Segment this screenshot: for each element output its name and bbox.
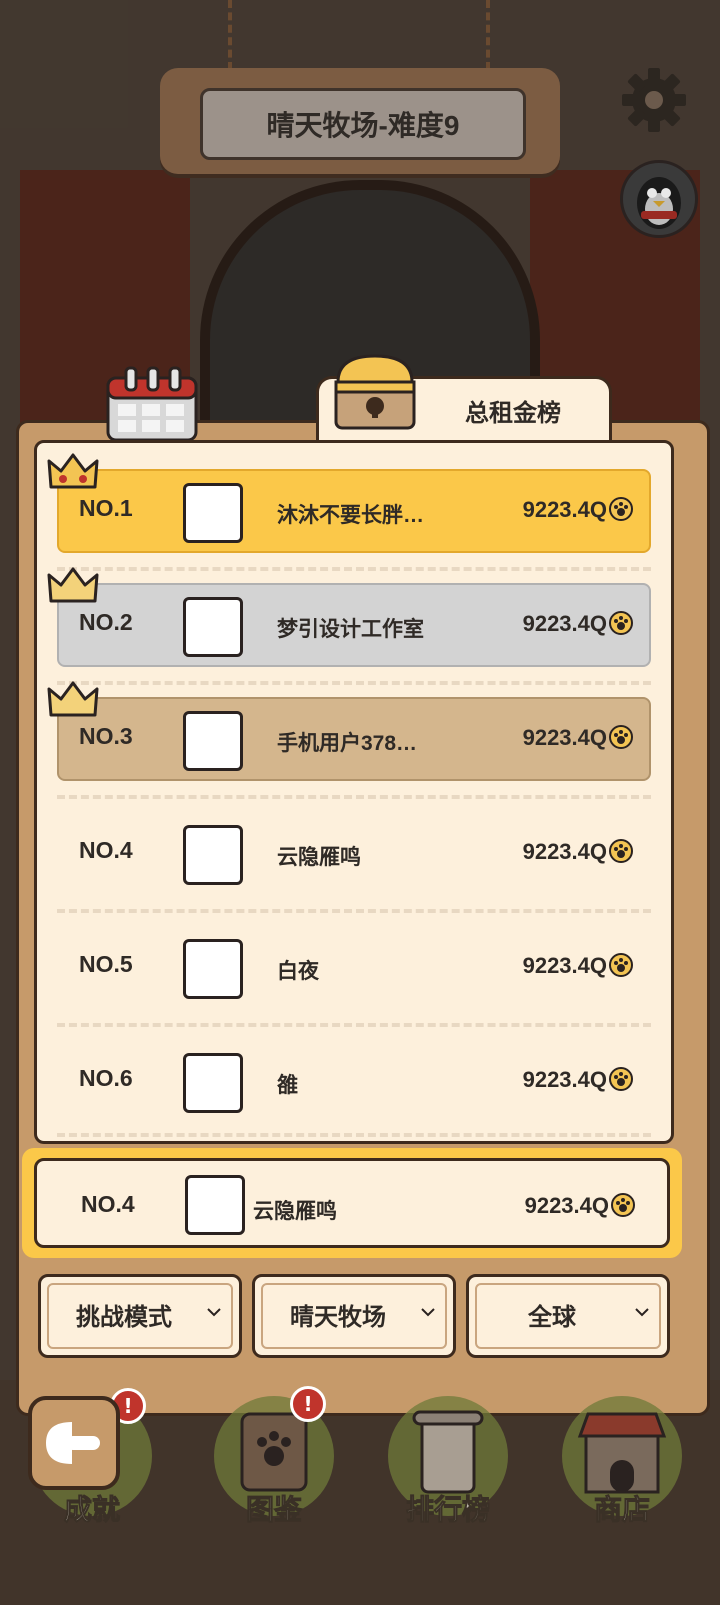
paw-coin-icon (609, 953, 633, 977)
my-player-name: 云隐雁鸣 (253, 1200, 337, 1223)
tab-label: 总租金榜 (465, 400, 561, 427)
mode-dropdown[interactable]: 挑战模式 (38, 1274, 242, 1358)
rent-score: 9223.4Q (522, 497, 607, 522)
player-name: 云隐雁鸣 (277, 846, 361, 869)
nav-label: 排行榜 (405, 1494, 490, 1526)
paw-coin-icon (609, 725, 633, 749)
nav-leaderboard[interactable]: 排行榜 (378, 1388, 518, 1528)
table-row[interactable]: NO.1 沐沐不要长胖… 9223.4Q (47, 453, 651, 553)
row-divider (57, 1133, 651, 1137)
dropdown-value: 全球 (528, 1304, 576, 1331)
ranking-list[interactable]: NO.1 沐沐不要长胖… 9223.4Q NO.2 梦引设计工作室 9223.4… (34, 440, 674, 1144)
paw-coin-icon (609, 497, 633, 521)
my-rank-row[interactable]: NO.4 云隐雁鸣 9223.4Q (34, 1158, 670, 1248)
back-button[interactable] (28, 1396, 120, 1490)
table-row[interactable]: NO.3 手机用户378… 9223.4Q (47, 681, 651, 781)
title-plate: 晴天牧场-难度9 (160, 68, 560, 174)
paw-book-icon (240, 1412, 308, 1492)
qq-avatar[interactable] (620, 160, 698, 238)
chevron-down-icon (421, 1308, 435, 1317)
nav-label: 图鉴 (245, 1494, 302, 1526)
paw-coin-icon (609, 1067, 633, 1091)
title-label-box: 晴天牧场-难度9 (200, 88, 526, 160)
rent-score: 9223.4Q (522, 953, 607, 978)
rank-label: NO.4 (79, 837, 133, 863)
avatar (185, 1175, 245, 1235)
table-row[interactable]: NO.5 白夜 9223.4Q (57, 925, 651, 1009)
bronze-crown-icon (47, 681, 99, 717)
my-rank-card: NO.4 云隐雁鸣 9223.4Q (22, 1148, 682, 1258)
table-row[interactable]: NO.2 梦引设计工作室 9223.4Q (47, 567, 651, 667)
paw-coin-icon (611, 1193, 635, 1217)
nav-shop[interactable]: 商店 (552, 1388, 692, 1528)
avatar (183, 1053, 243, 1113)
row-divider (57, 795, 651, 799)
nav-label: 成就 (63, 1494, 120, 1526)
chain-right (486, 0, 500, 70)
row-divider (57, 1023, 651, 1027)
rent-score: 9223.4Q (522, 839, 607, 864)
back-arrow-icon (46, 1422, 100, 1464)
page-title: 晴天牧场-难度9 (266, 110, 460, 141)
rank-label: NO.3 (79, 723, 133, 749)
gear-icon[interactable] (620, 66, 688, 134)
region-dropdown[interactable]: 全球 (466, 1274, 670, 1358)
player-name: 雒 (277, 1074, 298, 1097)
table-row[interactable]: NO.4 云隐雁鸣 9223.4Q (57, 811, 651, 895)
rank-label: NO.2 (79, 609, 133, 635)
player-name: 白夜 (277, 960, 319, 983)
shop-icon (577, 1412, 667, 1494)
gold-crown-icon (47, 453, 99, 489)
dropdown-value: 挑战模式 (76, 1304, 172, 1331)
chevron-down-icon (207, 1308, 221, 1317)
my-rank-label: NO.4 (81, 1191, 135, 1217)
row-divider (57, 681, 651, 685)
player-name: 手机用户378… (277, 732, 418, 755)
player-name: 沐沐不要长胖… (277, 504, 424, 527)
treasure-chest-icon (334, 354, 416, 430)
alert-badge: ! (290, 1386, 326, 1422)
avatar (183, 711, 243, 771)
my-rent-score: 9223.4Q (524, 1193, 609, 1218)
rank-label: NO.6 (79, 1065, 133, 1091)
chain-left (228, 0, 242, 70)
rent-score: 9223.4Q (522, 611, 607, 636)
table-row[interactable]: NO.6 雒 9223.4Q (57, 1039, 651, 1123)
rank-label: NO.1 (79, 495, 133, 521)
nav-label: 商店 (593, 1494, 650, 1526)
penguin-icon (637, 177, 681, 229)
farm-dropdown[interactable]: 晴天牧场 (252, 1274, 456, 1358)
nav-collection[interactable]: 图鉴 ! (204, 1386, 344, 1528)
rank-label: NO.5 (79, 951, 133, 977)
player-name: 梦引设计工作室 (277, 618, 424, 641)
paw-coin-icon (609, 611, 633, 635)
dropdown-value: 晴天牧场 (290, 1304, 386, 1331)
rent-score: 9223.4Q (522, 725, 607, 750)
silver-crown-icon (47, 567, 99, 603)
scroll-icon (412, 1410, 484, 1494)
paw-coin-icon (609, 839, 633, 863)
avatar (183, 597, 243, 657)
avatar (183, 825, 243, 885)
rent-score: 9223.4Q (522, 1067, 607, 1092)
avatar (183, 483, 243, 543)
chevron-down-icon (635, 1308, 649, 1317)
avatar (183, 939, 243, 999)
row-divider (57, 567, 651, 571)
calendar-icon[interactable] (106, 366, 198, 442)
row-divider (57, 909, 651, 913)
